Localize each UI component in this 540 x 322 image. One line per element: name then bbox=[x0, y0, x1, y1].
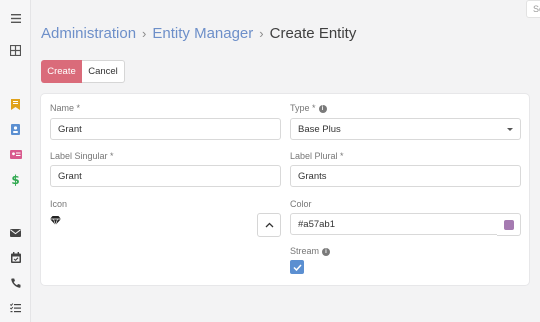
task-list-icon[interactable] bbox=[7, 299, 24, 316]
icon-label: Icon bbox=[50, 199, 68, 209]
info-icon[interactable]: i bbox=[318, 104, 327, 113]
bookmark-icon[interactable] bbox=[7, 96, 24, 113]
label-singular-label: Label Singular * bbox=[50, 151, 114, 161]
icon-picker-button[interactable] bbox=[257, 213, 281, 237]
color-label: Color bbox=[290, 199, 312, 209]
label-plural-label: Label Plural * bbox=[290, 151, 344, 161]
name-field[interactable]: Grant bbox=[50, 118, 281, 140]
stream-label: Stream i bbox=[290, 246, 331, 256]
stream-label-text: Stream bbox=[290, 246, 320, 256]
phone-icon[interactable] bbox=[7, 274, 24, 291]
label-plural-field[interactable]: Grants bbox=[290, 165, 521, 187]
label-singular-field[interactable]: Grant bbox=[50, 165, 281, 187]
color-swatch bbox=[503, 219, 514, 230]
menu-icon[interactable] bbox=[7, 10, 24, 27]
sidebar: $ bbox=[0, 0, 31, 322]
cancel-button[interactable]: Cancel bbox=[82, 60, 125, 83]
type-label-text: Type * bbox=[290, 103, 316, 113]
email-icon[interactable] bbox=[7, 224, 24, 241]
type-select[interactable]: Base Plus bbox=[290, 118, 521, 140]
page-title: Create Entity bbox=[269, 25, 357, 42]
name-label: Name * bbox=[50, 103, 81, 113]
dollar-icon[interactable]: $ bbox=[7, 171, 24, 188]
color-swatch-button[interactable] bbox=[497, 213, 521, 236]
breadcrumb-entity-manager-link[interactable]: Entity Manager bbox=[152, 25, 253, 42]
contact-card-icon[interactable] bbox=[7, 121, 24, 138]
checkmark-icon bbox=[292, 263, 302, 271]
stream-checkbox[interactable] bbox=[290, 260, 304, 274]
breadcrumb-administration-link[interactable]: Administration bbox=[41, 25, 136, 42]
breadcrumb-separator: › bbox=[142, 26, 147, 41]
breadcrumb-separator: › bbox=[259, 26, 264, 41]
info-icon[interactable]: i bbox=[322, 247, 331, 256]
create-button[interactable]: Create bbox=[41, 60, 82, 83]
type-select-value: Base Plus bbox=[298, 123, 341, 135]
breadcrumb: Administration › Entity Manager › Create Ent… bbox=[41, 25, 356, 42]
dashboard-grid-icon[interactable] bbox=[7, 42, 24, 59]
calendar-icon[interactable] bbox=[7, 249, 24, 266]
id-card-icon[interactable] bbox=[7, 146, 24, 163]
diamond-icon bbox=[50, 212, 61, 226]
chevron-up-icon bbox=[265, 222, 273, 228]
color-field[interactable]: #a57ab1 bbox=[290, 213, 498, 235]
chevron-down-icon bbox=[507, 128, 513, 131]
global-search-input[interactable]: Se bbox=[526, 0, 540, 18]
type-label: Type * i bbox=[290, 103, 327, 113]
